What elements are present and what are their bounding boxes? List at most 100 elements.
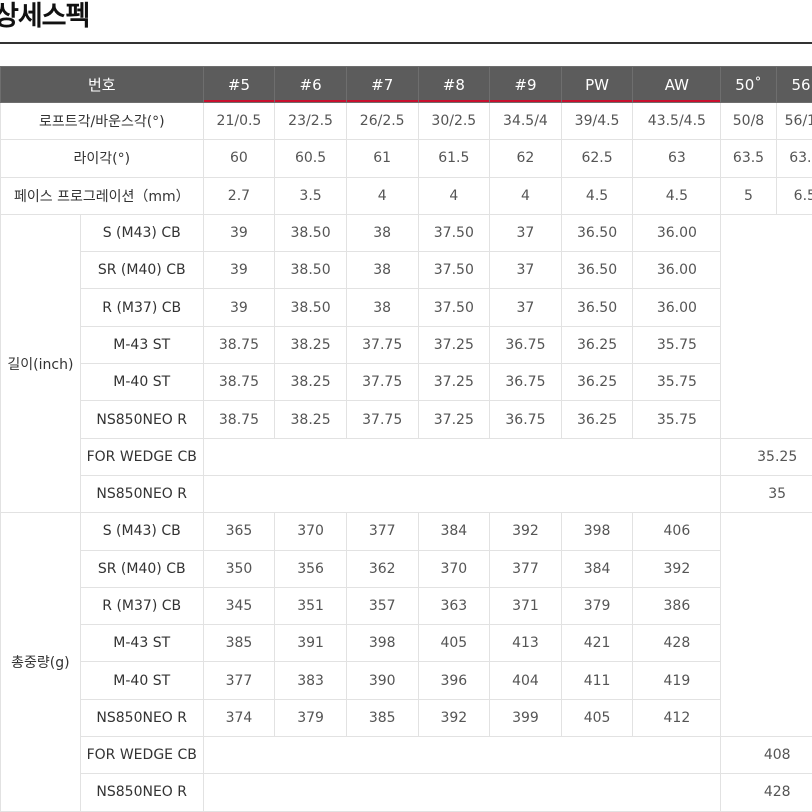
spec-cell: 38.25 bbox=[274, 325, 347, 365]
spec-cell: 38.25 bbox=[274, 363, 347, 402]
spec-cell: 35.75 bbox=[632, 325, 722, 365]
length-row: M-40 ST 38.75 38.25 37.75 37.25 36.75 36.25 35.… bbox=[1, 363, 812, 402]
weight-row: M-40 ST 377 383 390 396 404 411 419 bbox=[1, 661, 812, 700]
spec-cell: 377 bbox=[489, 549, 562, 588]
empty-iron-cells bbox=[202, 474, 722, 514]
wedge-value: 428 bbox=[720, 773, 812, 812]
title-divider bbox=[0, 42, 812, 44]
spec-row-label: 라이각(°) bbox=[0, 139, 204, 178]
weight-group-label: 총중량(g) bbox=[0, 512, 81, 812]
page-title: 상세스펙 bbox=[0, 1, 90, 32]
shaft-label: NS850NEO R bbox=[79, 773, 204, 812]
header-col: 50˚ bbox=[720, 66, 777, 103]
spec-cell: 37.75 bbox=[345, 325, 419, 365]
spec-cell: 36.50 bbox=[560, 288, 634, 327]
spec-cell: 35.75 bbox=[632, 363, 722, 402]
spec-cell: 399 bbox=[489, 698, 562, 738]
spec-cell: 362 bbox=[345, 549, 419, 588]
shaft-label: NS850NEO R bbox=[79, 400, 204, 439]
spec-cell: 383 bbox=[274, 661, 347, 700]
spec-cell: 38.75 bbox=[202, 363, 276, 402]
spec-row-label: 페이스 프로그레이션（mm） bbox=[0, 176, 204, 215]
wedge-value: 408 bbox=[720, 736, 812, 775]
spec-cell: 419 bbox=[632, 661, 722, 700]
spec-cell: 38.50 bbox=[274, 288, 347, 327]
spec-cell: 36.75 bbox=[489, 363, 562, 402]
spec-cell: 384 bbox=[417, 512, 491, 551]
shaft-label: SR (M40) CB bbox=[79, 251, 204, 290]
spec-row-label: 로프트각/바운스각(°) bbox=[0, 101, 204, 141]
spec-cell: 4.5 bbox=[560, 176, 634, 215]
weight-row: 총중량(g) S (M43) CB 365 370 377 384 392 398 406 bbox=[0, 512, 812, 812]
header-col: #5 bbox=[202, 66, 276, 103]
spec-cell: 392 bbox=[489, 512, 562, 551]
spec-cell: 428 bbox=[632, 624, 722, 663]
spec-cell: 421 bbox=[560, 624, 634, 663]
shaft-label: FOR WEDGE CB bbox=[79, 437, 204, 476]
spec-cell: 363 bbox=[417, 586, 491, 626]
header-label: 번호 bbox=[0, 66, 204, 103]
spec-cell: 398 bbox=[345, 624, 419, 663]
length-row: R (M37) CB 39 38.50 38 37.50 37 36.50 36.00 bbox=[1, 288, 812, 327]
spec-cell: 36.00 bbox=[632, 288, 722, 327]
spec-cell: 37.75 bbox=[345, 363, 419, 402]
shaft-label: S (M43) CB bbox=[79, 213, 204, 253]
spec-cell: 60.5 bbox=[274, 139, 347, 178]
length-wedge-row: FOR WEDGE CB 35.25 bbox=[1, 437, 812, 476]
spec-cell: 38.25 bbox=[274, 400, 347, 439]
shaft-label: NS850NEO R bbox=[79, 474, 204, 514]
empty-iron-cells bbox=[202, 736, 722, 775]
spec-cell: 36.00 bbox=[632, 251, 722, 290]
header-col: #6 bbox=[274, 66, 347, 103]
spec-cell: 37.50 bbox=[417, 288, 491, 327]
empty-wedge-cell bbox=[720, 213, 812, 439]
spec-cell: 36.50 bbox=[560, 251, 634, 290]
spec-cell: 379 bbox=[560, 586, 634, 626]
spec-cell: 406 bbox=[632, 512, 722, 551]
spec-cell: 37.25 bbox=[417, 363, 491, 402]
spec-cell: 37 bbox=[489, 288, 562, 327]
spec-cell: 37.25 bbox=[417, 400, 491, 439]
spec-table: 번호 #5 #6 #7 #8 #9 PW AW 50˚ 56˚ 로프트각/바운스… bbox=[0, 66, 812, 812]
spec-cell: 390 bbox=[345, 661, 419, 700]
spec-cell: 386 bbox=[632, 586, 722, 626]
spec-cell: 63.5 bbox=[720, 139, 777, 178]
spec-cell: 36.50 bbox=[560, 213, 634, 253]
spec-cell: 56/10 bbox=[775, 101, 812, 141]
spec-cell: 36.75 bbox=[489, 400, 562, 439]
spec-cell: 4 bbox=[417, 176, 491, 215]
wedge-value: 35 bbox=[720, 474, 812, 514]
spec-cell: 398 bbox=[560, 512, 634, 551]
shaft-label: M-40 ST bbox=[79, 661, 204, 700]
spec-cell: 63.5 bbox=[775, 139, 812, 178]
empty-wedge-cell bbox=[720, 512, 812, 738]
shaft-label: R (M37) CB bbox=[79, 586, 204, 626]
spec-cell: 356 bbox=[274, 549, 347, 588]
spec-cell: 61 bbox=[345, 139, 419, 178]
spec-cell: 37.50 bbox=[417, 213, 491, 253]
shaft-label: R (M37) CB bbox=[79, 288, 204, 327]
spec-cell: 3.5 bbox=[274, 176, 347, 215]
spec-cell: 357 bbox=[345, 586, 419, 626]
spec-cell: 404 bbox=[489, 661, 562, 700]
wedge-value: 35.25 bbox=[720, 437, 812, 476]
spec-cell: 23/2.5 bbox=[274, 101, 347, 141]
length-row: NS850NEO R 38.75 38.25 37.75 37.25 36.75 36.25… bbox=[1, 400, 812, 439]
length-wedge-row: NS850NEO R 35 bbox=[1, 474, 812, 514]
header-col: AW bbox=[632, 66, 722, 103]
spec-cell: 385 bbox=[345, 698, 419, 738]
header-col: PW bbox=[560, 66, 634, 103]
shaft-label: M-43 ST bbox=[79, 325, 204, 365]
shaft-label: FOR WEDGE CB bbox=[79, 736, 204, 775]
spec-cell: 30/2.5 bbox=[417, 101, 491, 141]
spec-cell: 39 bbox=[202, 251, 276, 290]
spec-cell: 38 bbox=[345, 251, 419, 290]
spec-cell: 385 bbox=[202, 624, 276, 663]
spec-cell: 377 bbox=[202, 661, 276, 700]
spec-cell: 371 bbox=[489, 586, 562, 626]
shaft-label: NS850NEO R bbox=[79, 698, 204, 738]
spec-cell: 35.75 bbox=[632, 400, 722, 439]
spec-cell: 6.5 bbox=[775, 176, 812, 215]
header-col: #7 bbox=[345, 66, 419, 103]
spec-cell: 60 bbox=[202, 139, 276, 178]
